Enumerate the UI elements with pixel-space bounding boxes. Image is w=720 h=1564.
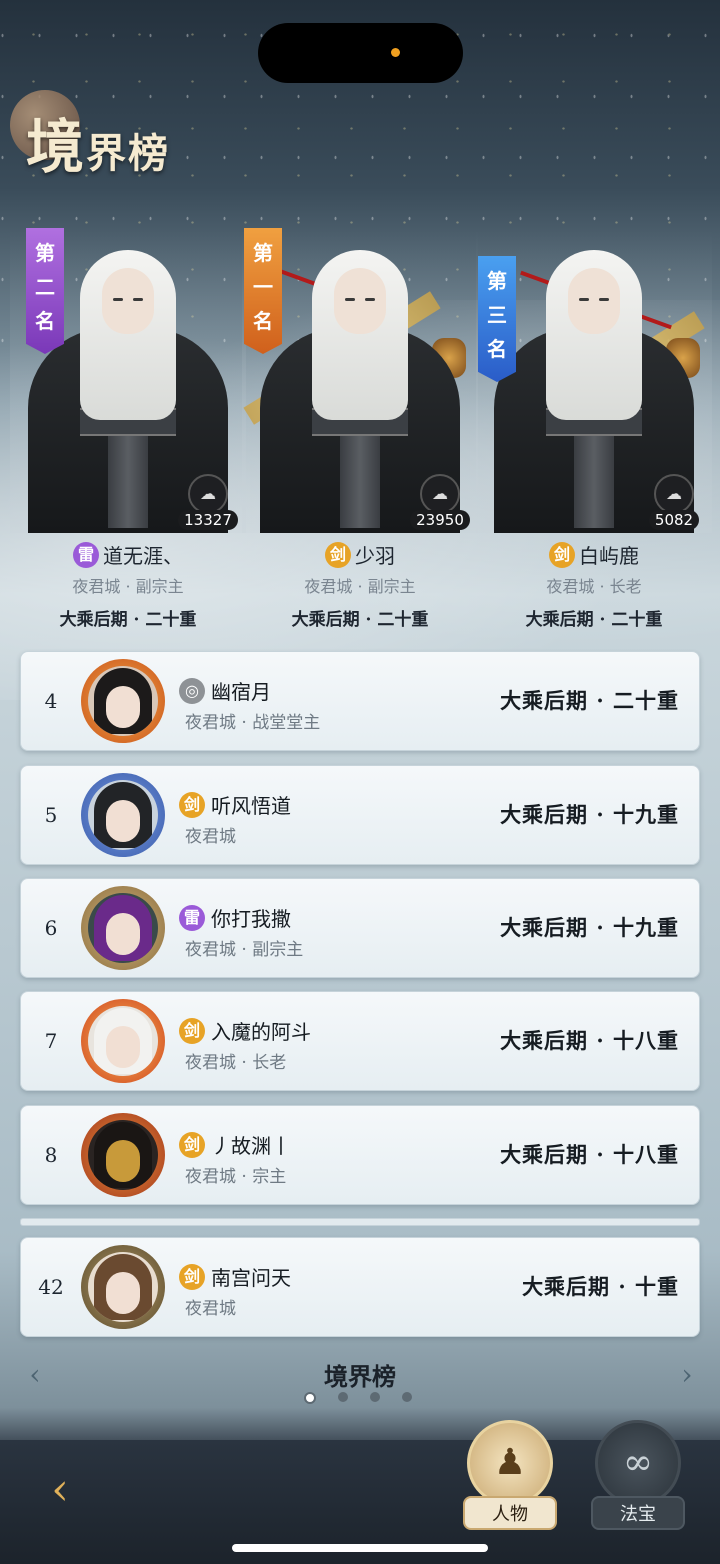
rank-number: 5 — [44, 803, 58, 827]
rank-number: 4 — [44, 689, 58, 713]
player-sect: 夜君城 · 战堂堂主 — [185, 713, 321, 733]
page-title: 境界榜 — [10, 90, 270, 181]
player-realm: 大乘后期 · 十八重 — [500, 1028, 679, 1053]
player-sect: 夜君城 · 副宗主 — [304, 577, 416, 596]
page-indicator — [304, 1392, 412, 1404]
podium-rank-1[interactable]: 第一名 ☁ 23950 — [242, 228, 478, 533]
player-name: 少羽 — [355, 544, 395, 568]
page-title-text: 境界榜 — [26, 113, 171, 181]
ranking-row[interactable]: 7 剑入魔的阿斗 夜君城 · 长老 大乘后期 · 十八重 — [20, 991, 700, 1091]
sword-element-icon: 剑 — [179, 1263, 205, 1290]
top-player-info-2: 雷道无涯、 夜君城 · 副宗主 大乘后期 · 二十重 — [10, 540, 246, 630]
ranking-row[interactable]: 6 雷你打我撒 夜君城 · 副宗主 大乘后期 · 十九重 — [20, 878, 700, 978]
character-icon: ♟ — [467, 1420, 553, 1506]
player-sect: 夜君城 · 宗主 — [185, 1167, 287, 1187]
player-realm: 大乘后期 · 二十重 — [291, 610, 429, 630]
player-name: 白屿鹿 — [579, 544, 639, 568]
podium-rank-3[interactable]: 第三名 ☁ 5082 — [476, 228, 712, 533]
rank-number: 8 — [44, 1143, 58, 1167]
tab-character[interactable]: ♟ 人物 — [462, 1420, 558, 1530]
avatar — [81, 1113, 165, 1197]
player-realm: 大乘后期 · 二十重 — [525, 610, 663, 630]
thunder-element-icon: 雷 — [73, 541, 99, 568]
page-dot[interactable] — [370, 1392, 380, 1402]
power-badge: ☁ 23950 — [410, 474, 470, 530]
cloud-emblem-icon: ☁ — [188, 474, 228, 514]
avatar — [81, 1245, 165, 1329]
camera-notch — [258, 23, 463, 83]
player-realm: 大乘后期 · 二十重 — [500, 688, 679, 713]
ranking-row[interactable]: 4 ◎ 幽宿月 夜君城 · 战堂堂主 大乘后期 · 二十重 — [20, 651, 700, 751]
thunder-element-icon: 雷 — [179, 904, 205, 931]
cloud-emblem-icon: ☁ — [420, 474, 460, 514]
player-sect: 夜君城 — [185, 827, 236, 847]
ranking-row[interactable]: 8 剑丿故渊丨 夜君城 · 宗主 大乘后期 · 十八重 — [20, 1105, 700, 1205]
gourd-icon: ∞ — [595, 1420, 681, 1506]
page-dot[interactable] — [338, 1392, 348, 1402]
avatar — [81, 773, 165, 857]
player-name: 道无涯、 — [103, 544, 183, 568]
power-badge: ☁ 5082 — [644, 474, 704, 530]
sword-element-icon: 剑 — [179, 1017, 205, 1044]
player-sect: 夜君城 · 副宗主 — [72, 577, 184, 596]
player-realm: 大乘后期 · 十九重 — [500, 802, 679, 827]
player-realm: 大乘后期 · 十九重 — [500, 915, 679, 940]
player-sect: 夜君城 · 长老 — [546, 577, 642, 596]
cloud-emblem-icon: ☁ — [654, 474, 694, 514]
player-name: 南宫问天 — [211, 1266, 291, 1290]
tab-treasure[interactable]: ∞ 法宝 — [590, 1420, 686, 1530]
rank-number: 42 — [38, 1275, 64, 1299]
player-realm: 大乘后期 · 十重 — [522, 1274, 679, 1299]
sword-element-icon: 剑 — [325, 541, 351, 568]
player-realm: 大乘后期 · 二十重 — [59, 610, 197, 630]
rank-number: 6 — [44, 916, 58, 940]
player-sect: 夜君城 · 长老 — [185, 1053, 287, 1073]
rank-banner: 第三名 — [478, 256, 516, 382]
avatar — [81, 659, 165, 743]
board-title: 境界榜 — [324, 1362, 396, 1391]
ranking-row[interactable]: 5 剑听风悟道 夜君城 大乘后期 · 十九重 — [20, 765, 700, 865]
player-sect: 夜君城 · 副宗主 — [185, 940, 304, 960]
avatar — [81, 999, 165, 1083]
power-badge: ☁ 13327 — [178, 474, 238, 530]
avatar — [81, 886, 165, 970]
rank-banner: 第一名 — [244, 228, 282, 354]
page-dot[interactable] — [402, 1392, 412, 1402]
player-name: 听风悟道 — [211, 794, 291, 818]
wind-element-icon: ◎ — [179, 677, 205, 704]
player-name: 你打我撒 — [211, 907, 291, 931]
sword-element-icon: 剑 — [549, 541, 575, 568]
back-arrow-icon[interactable]: ‹ — [28, 1458, 92, 1522]
tab-label: 法宝 — [591, 1496, 685, 1530]
podium-rank-2[interactable]: 第二名 ☁ 13327 — [10, 228, 246, 533]
next-page-arrow-icon[interactable]: › — [674, 1360, 700, 1390]
sword-element-icon: 剑 — [179, 791, 205, 818]
tab-label: 人物 — [463, 1496, 557, 1530]
privacy-indicator — [391, 48, 400, 57]
self-ranking-row[interactable]: 42 剑南宫问天 夜君城 大乘后期 · 十重 — [20, 1237, 700, 1337]
top-player-info-1: 剑少羽 夜君城 · 副宗主 大乘后期 · 二十重 — [242, 540, 478, 630]
home-indicator[interactable] — [232, 1544, 488, 1552]
sword-element-icon: 剑 — [179, 1131, 205, 1158]
rank-number: 7 — [44, 1029, 58, 1053]
player-name: 幽宿月 — [211, 680, 271, 704]
rank-banner: 第二名 — [26, 228, 64, 354]
player-name: 丿故渊丨 — [211, 1134, 291, 1158]
player-realm: 大乘后期 · 十八重 — [500, 1142, 679, 1167]
list-divider — [20, 1218, 700, 1226]
player-name: 入魔的阿斗 — [211, 1020, 311, 1044]
player-sect: 夜君城 — [185, 1299, 236, 1319]
top-player-info-3: 剑白屿鹿 夜君城 · 长老 大乘后期 · 二十重 — [476, 540, 712, 630]
page-dot-active[interactable] — [304, 1392, 316, 1404]
